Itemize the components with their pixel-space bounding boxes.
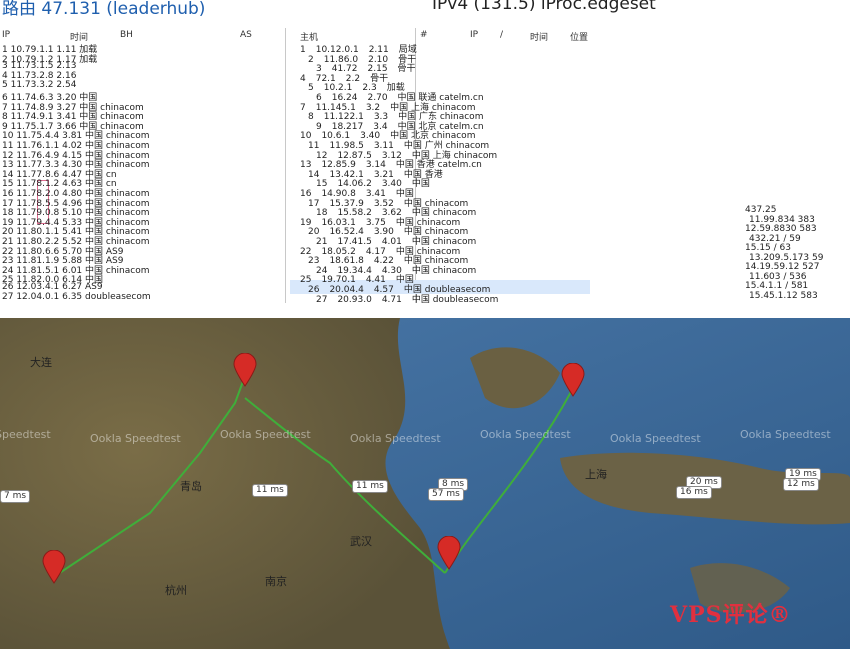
cell-n: 8: [308, 112, 314, 123]
watermark-text: Ookla Speedtest: [220, 428, 311, 441]
watermark-text: Ookla Speedtest: [350, 432, 441, 445]
city-label: 杭州: [165, 584, 187, 597]
city-label: 南京: [265, 575, 287, 588]
city-label: 大连: [30, 356, 52, 369]
cell-n: 27: [316, 294, 328, 305]
cell-n: 7: [300, 102, 306, 113]
latency-value: 15.4.1.1 / 581: [745, 281, 809, 291]
traceroute-panel: 路由 47.131 (leaderhub) IPv4 (131.5) iProc…: [0, 0, 850, 318]
table-row[interactable]: 27 20.93.0 4.71 中国 doubleasecom: [316, 292, 508, 305]
latency-badge[interactable]: 7 ms: [0, 490, 31, 503]
cell-n: 2: [308, 54, 314, 65]
watermark-text: Ookla Speedtest: [740, 428, 831, 441]
latency-value: 15.45.1.12 583: [749, 290, 818, 301]
column-header[interactable]: BH: [120, 30, 133, 40]
table-row[interactable]: 3 11.73.1.5 2.13: [2, 61, 76, 71]
column-header[interactable]: /: [500, 30, 503, 40]
cell-n: 5: [308, 83, 314, 94]
column-header[interactable]: 时间: [530, 30, 548, 43]
city-label: 青岛: [180, 480, 202, 493]
latency-value: 11.99.834 383: [749, 214, 815, 225]
location-pin-icon[interactable]: [561, 363, 585, 397]
table-row[interactable]: 5 11.73.3.2 2.54: [2, 80, 76, 90]
cell-t: 4.71: [381, 294, 402, 305]
watermark-text: Ookla Speedtest: [0, 428, 51, 441]
latency-value: 15.15 / 63: [745, 243, 791, 253]
cell-loc: 骨干: [397, 64, 416, 75]
latency-value: 13.209.5.173 59: [749, 252, 824, 263]
table-row[interactable]: 26 12.03.4.1 6.27 AS9: [2, 282, 103, 292]
table-row[interactable]: 27 12.04.0.1 6.35 doubleasecom: [2, 292, 151, 302]
column-header[interactable]: #: [420, 30, 428, 40]
latency-badge[interactable]: 57 ms: [428, 488, 464, 501]
cell-loc: 中国 doubleasecom: [411, 294, 499, 305]
latency-badge[interactable]: 12 ms: [783, 478, 819, 491]
latency-badge[interactable]: 11 ms: [352, 480, 388, 493]
latency-badge[interactable]: 16 ms: [676, 486, 712, 499]
divider: [285, 28, 286, 303]
latency-badge[interactable]: 11 ms: [252, 484, 288, 497]
column-header[interactable]: IP: [2, 30, 10, 40]
left-window-title: 路由 47.131 (leaderhub): [2, 0, 206, 19]
cell-ip: 20.93.0: [337, 294, 372, 305]
watermark-text: Ookla Speedtest: [610, 432, 701, 445]
column-header[interactable]: AS: [240, 30, 252, 40]
location-pin-icon[interactable]: [233, 353, 257, 387]
column-header[interactable]: 位置: [570, 30, 588, 43]
watermark-text: Ookla Speedtest: [480, 428, 571, 441]
latency-value: 432.21 / 59: [749, 233, 801, 244]
column-header[interactable]: IP: [470, 30, 478, 40]
watermark-text: Ookla Speedtest: [90, 432, 181, 445]
location-pin-icon[interactable]: [42, 550, 66, 584]
site-logo: VPS评论®: [670, 602, 792, 628]
city-label: 武汉: [350, 535, 372, 548]
latency-value: 437.25: [745, 205, 777, 215]
city-label: 上海: [585, 468, 607, 481]
latency-value: 11.603 / 536: [749, 271, 807, 282]
latency-value: 14.19.59.12 527: [745, 262, 820, 272]
location-pin-icon[interactable]: [437, 536, 461, 570]
right-window-title: IPv4 (131.5) iProc.edgeset: [432, 0, 656, 14]
cell-n: 1: [300, 45, 306, 55]
table-row[interactable]: 4 11.73.2.8 2.16: [2, 71, 76, 81]
cell-n: 4: [300, 73, 306, 84]
latency-value: 12.59.8830 583: [745, 224, 817, 234]
